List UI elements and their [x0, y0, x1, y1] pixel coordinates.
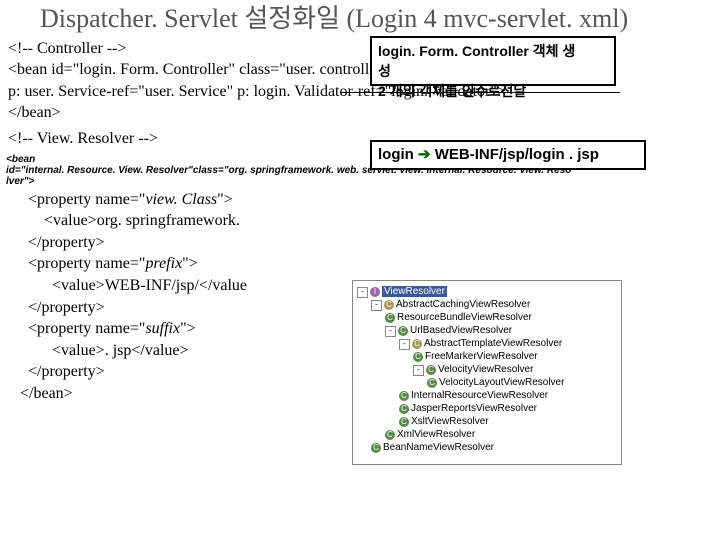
class-icon: C — [399, 391, 409, 401]
expand-icon: - — [371, 300, 382, 311]
tree-item: -CAbstractCachingViewResolver — [357, 298, 617, 311]
expand-icon: - — [385, 326, 396, 337]
code-line: <property name="view. Class"> — [20, 189, 700, 211]
interface-icon: I — [370, 287, 380, 297]
callout-line: login. Form. Controller 객체 생 — [378, 41, 608, 61]
tree-item: CXsltViewResolver — [357, 415, 617, 428]
tree-label: XsltViewResolver — [411, 416, 489, 427]
value-text: <value>. jsp</value> — [52, 342, 189, 359]
expand-icon: - — [399, 339, 410, 350]
tree-label: FreeMarkerViewResolver — [425, 351, 538, 362]
close-tag: </property> — [28, 299, 105, 316]
expand-icon: - — [357, 287, 368, 298]
tree-root: -IViewResolver — [357, 285, 617, 298]
close-tag: </property> — [28, 234, 105, 251]
prop-close: "> — [182, 255, 198, 272]
expand-icon: - — [413, 365, 424, 376]
prop-open: <property name=" — [28, 320, 145, 337]
tree-item: -CUrlBasedViewResolver — [357, 324, 617, 337]
class-icon: C — [385, 430, 395, 440]
tree-label: VelocityViewResolver — [438, 364, 533, 375]
tree-item: CFreeMarkerViewResolver — [357, 350, 617, 363]
callout-line: 2 개의 객체를 인수로전달 — [378, 81, 608, 101]
code-line: <value>org. springframework. — [20, 210, 700, 232]
prop-close: "> — [217, 191, 233, 208]
callout-jsp-path: login ➔ WEB-INF/jsp/login . jsp — [370, 140, 646, 170]
class-icon: C — [399, 417, 409, 427]
prop-open: <property name=" — [28, 255, 145, 272]
tree-label: AbstractTemplateViewResolver — [424, 338, 562, 349]
class-icon: C — [399, 404, 409, 414]
page-title: Dispatcher. Servlet 설정화일 (Login 4 mvc-se… — [0, 0, 720, 36]
tree-label: UrlBasedViewResolver — [410, 325, 512, 336]
arrow-icon: ➔ — [414, 146, 435, 163]
prop-open: <property name=" — [28, 191, 145, 208]
tree-label: ResourceBundleViewResolver — [397, 312, 532, 323]
tree-label: BeanNameViewResolver — [383, 442, 494, 453]
callout-controller: login. Form. Controller 객체 생 성 2 개의 객체를 … — [370, 36, 616, 86]
class-hierarchy-panel: -IViewResolver -CAbstractCachingViewReso… — [352, 280, 622, 465]
tree-item: CBeanNameViewResolver — [357, 441, 617, 454]
callout-line: 성 — [378, 61, 608, 81]
tree-item: CResourceBundleViewResolver — [357, 311, 617, 324]
code-line: lver"> — [6, 176, 714, 187]
callout-text: WEB-INF/jsp/login . jsp — [435, 146, 599, 163]
tree-label: VelocityLayoutViewResolver — [439, 377, 564, 388]
abstract-icon: C — [412, 339, 422, 349]
prop-close: "> — [180, 320, 196, 337]
callout-text: login — [378, 146, 414, 163]
strikethrough-line — [340, 92, 620, 93]
class-icon: C — [413, 352, 423, 362]
tree-label: XmlViewResolver — [397, 429, 475, 440]
value-text: <value>WEB-INF/jsp/</value — [52, 277, 247, 294]
tree-label: ViewResolver — [382, 286, 447, 297]
prop-name: suffix — [145, 320, 180, 337]
code-line: <property name="prefix"> — [20, 253, 700, 275]
code-line: </bean> — [8, 102, 712, 124]
tree-label: AbstractCachingViewResolver — [396, 299, 530, 310]
tree-item: -CVelocityViewResolver — [357, 363, 617, 376]
tree-label: InternalResourceViewResolver — [411, 390, 548, 401]
abstract-icon: C — [384, 300, 394, 310]
prop-name: view. Class — [145, 191, 217, 208]
tree-item: CXmlViewResolver — [357, 428, 617, 441]
prop-name: prefix — [145, 255, 182, 272]
class-icon: C — [371, 443, 381, 453]
tree-item: -CAbstractTemplateViewResolver — [357, 337, 617, 350]
class-icon: C — [398, 326, 408, 336]
code-line: </property> — [20, 232, 700, 254]
class-icon: C — [426, 365, 436, 375]
close-tag: </property> — [28, 363, 105, 380]
tree-item: CVelocityLayoutViewResolver — [357, 376, 617, 389]
value-text: <value>org. springframework. — [44, 212, 240, 229]
tree-item: CJasperReportsViewResolver — [357, 402, 617, 415]
class-icon: C — [427, 378, 437, 388]
tree-item: CInternalResourceViewResolver — [357, 389, 617, 402]
tree-label: JasperReportsViewResolver — [411, 403, 537, 414]
class-icon: C — [385, 313, 395, 323]
